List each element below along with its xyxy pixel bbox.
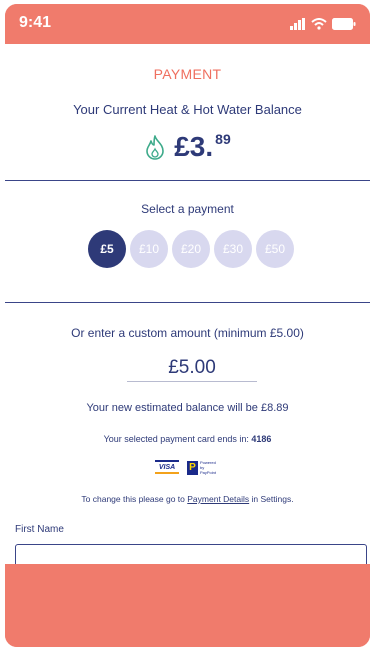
custom-amount-input[interactable] xyxy=(127,354,257,382)
status-bar: 9:41 xyxy=(5,4,370,44)
payment-amount-options: £5 £10 £20 £30 £50 xyxy=(88,230,294,268)
amount-option-50[interactable]: £50 xyxy=(256,230,294,268)
balance-amount: £3. xyxy=(174,131,214,162)
bottom-band xyxy=(5,569,370,647)
payment-screen: PAYMENT Your Current Heat & Hot Water Ba… xyxy=(5,44,370,564)
payment-logos: VISA P Powered by PayPoint xyxy=(5,460,370,475)
phone-frame: 9:41 PAYMENT Your Current Heat & Hot Wat… xyxy=(5,4,370,647)
visa-logo: VISA xyxy=(155,460,179,474)
payment-details-link[interactable]: Payment Details xyxy=(187,494,249,504)
card-info-prefix: Your selected payment card ends in: xyxy=(103,434,252,444)
balance-display: £3. 89 xyxy=(5,130,370,164)
balance-pence: 89 xyxy=(215,131,231,147)
paypoint-logo: P Powered by PayPoint xyxy=(187,460,220,475)
flame-icon xyxy=(146,135,165,160)
amount-option-20[interactable]: £20 xyxy=(172,230,210,268)
custom-amount-label: Or enter a custom amount (minimum £5.00) xyxy=(71,326,304,340)
wifi-icon xyxy=(311,18,327,30)
amount-option-10[interactable]: £10 xyxy=(130,230,168,268)
status-icons xyxy=(290,17,356,31)
balance-label: Your Current Heat & Hot Water Balance xyxy=(73,102,302,117)
status-time: 9:41 xyxy=(19,14,52,31)
paypoint-badge: P xyxy=(187,460,198,475)
amount-option-30[interactable]: £30 xyxy=(214,230,252,268)
first-name-label: First Name xyxy=(15,524,64,535)
estimated-balance-text: Your new estimated balance will be £8.89 xyxy=(86,402,289,414)
divider xyxy=(5,302,370,303)
signal-icon xyxy=(290,18,305,30)
card-info: Your selected payment card ends in: 4186 xyxy=(5,434,370,444)
battery-icon xyxy=(332,18,356,30)
divider xyxy=(5,180,370,181)
change-note-prefix: To change this please go to xyxy=(81,494,188,504)
change-card-note: To change this please go to Payment Deta… xyxy=(5,494,370,504)
select-payment-label: Select a payment xyxy=(141,202,234,216)
paypoint-text: Powered by PayPoint xyxy=(200,460,217,475)
amount-option-5[interactable]: £5 xyxy=(88,230,126,268)
card-last4: 4186 xyxy=(251,434,272,444)
first-name-field[interactable] xyxy=(15,544,367,564)
change-note-suffix: in Settings. xyxy=(249,494,294,504)
page-title: PAYMENT xyxy=(153,66,222,82)
